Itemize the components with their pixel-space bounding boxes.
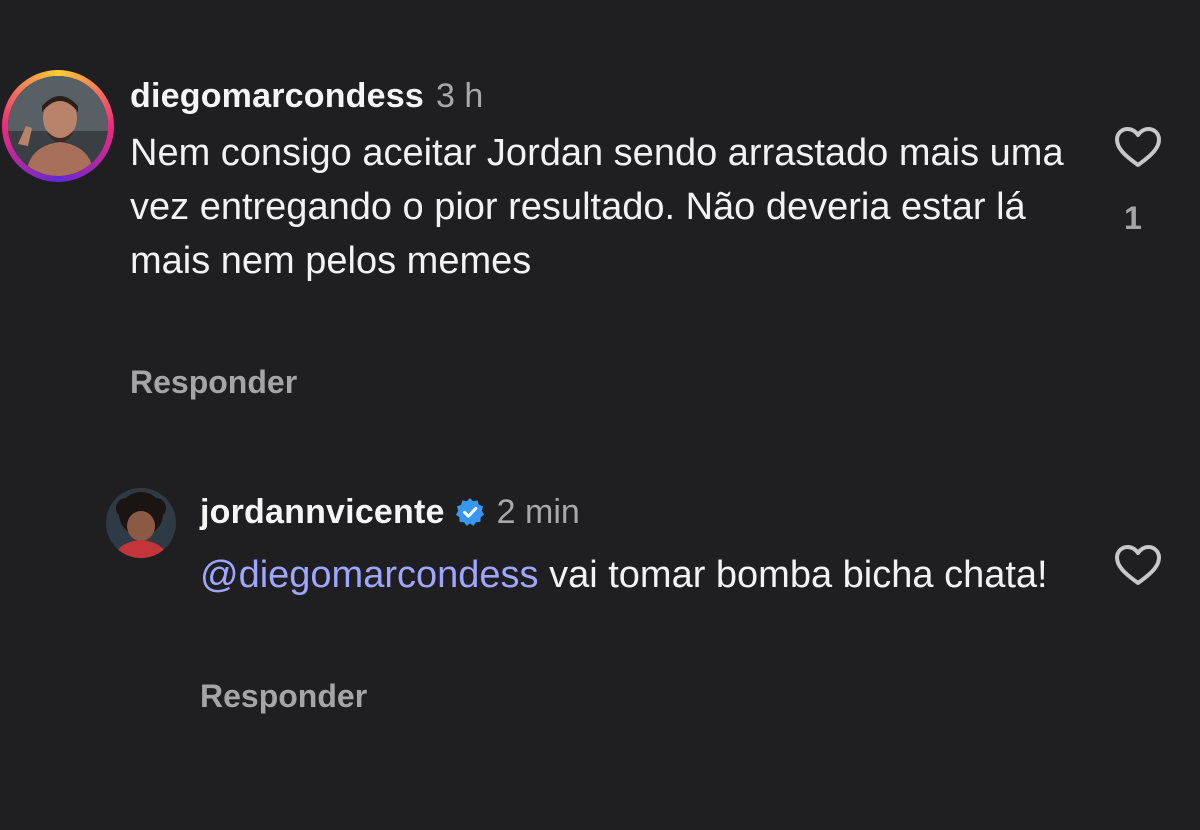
avatar[interactable] — [8, 76, 108, 176]
verified-badge-icon — [455, 498, 484, 526]
story-ring[interactable] — [2, 70, 114, 182]
avatar[interactable] — [106, 488, 176, 558]
reply-button[interactable]: Responder — [200, 678, 367, 715]
comment-text: Nem consigo aceitar Jordan sendo arrasta… — [130, 132, 1064, 282]
heart-icon[interactable] — [1114, 544, 1162, 586]
reply-button[interactable]: Responder — [130, 364, 297, 401]
like-count[interactable]: 1 — [1124, 200, 1142, 237]
reply-comment-item: jordannvicente 2 min @diegomarcondess va… — [0, 470, 1200, 730]
timestamp: 2 min — [496, 492, 580, 531]
timestamp: 3 h — [435, 76, 484, 115]
heart-icon[interactable] — [1114, 126, 1162, 168]
avatar-image — [106, 488, 176, 558]
comment-body: vai tomar bomba bicha chata! — [538, 554, 1048, 596]
avatar-image — [8, 76, 108, 176]
comment-text: @diegomarcondess vai tomar bomba bicha c… — [200, 548, 1060, 602]
mention-link[interactable]: @diegomarcondess — [200, 554, 539, 596]
comment-header: diegomarcondess 3 h — [130, 74, 483, 118]
username[interactable]: jordannvicente — [200, 493, 445, 532]
comment-item: diegomarcondess 3 h Nem consigo aceitar … — [0, 0, 1200, 420]
username[interactable]: diegomarcondess — [130, 77, 424, 116]
comment-header: jordannvicente 2 min — [200, 490, 580, 534]
